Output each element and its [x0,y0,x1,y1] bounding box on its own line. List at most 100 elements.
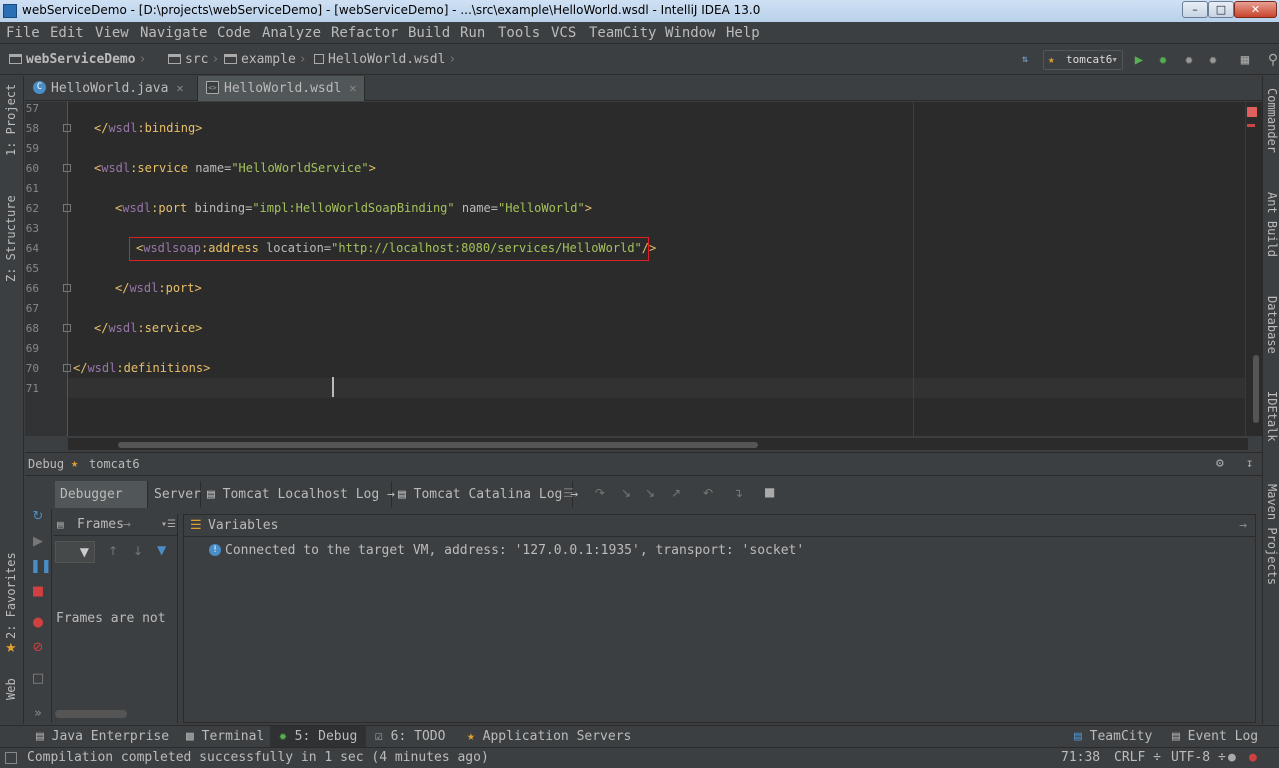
evaluate-expression-icon[interactable]: ■ [764,485,775,499]
profile-icon[interactable]: ✹ [1205,52,1221,68]
minimize-button[interactable]: – [1182,1,1208,18]
fold-marker[interactable] [63,364,71,372]
restore-layout-icon[interactable]: □ [30,671,46,687]
vertical-scroll-thumb[interactable] [1253,355,1259,423]
tool-project[interactable]: 1: Project [4,84,18,156]
tool-database[interactable]: Database [1265,296,1279,354]
menu-code[interactable]: Code [217,25,251,41]
tool-commander[interactable]: Commander [1265,88,1279,153]
resume-program-icon[interactable]: ↻ [30,509,46,525]
maximize-button[interactable]: □ [1208,1,1234,18]
tool-favorites[interactable]: 2: Favorites [4,552,18,639]
tool-terminal[interactable]: ▩ Terminal [186,726,264,748]
mute-breakpoints-icon[interactable]: ⊘ [30,640,46,656]
pin-icon[interactable]: → [123,514,131,536]
run-to-cursor-icon[interactable]: ↴ [733,486,743,500]
tab-tomcat-localhost-log[interactable]: ▤ Tomcat Localhost Log → [202,481,395,508]
menu-analyze[interactable]: Analyze [262,25,321,41]
breadcrumb-project[interactable]: webServiceDemo › [9,52,149,67]
breadcrumb-file[interactable]: HelloWorld.wsdl › [314,52,459,67]
gear-icon[interactable]: ⚙ [1216,456,1224,471]
tab-tomcat-catalina-log[interactable]: ▤ Tomcat Catalina Log → [393,481,578,508]
menu-edit[interactable]: Edit [50,25,84,41]
tab-helloworld-java[interactable]: C HelloWorld.java ✕ [25,76,195,101]
view-breakpoints-icon[interactable]: ● [30,615,46,631]
menu-navigate[interactable]: Navigate [140,25,207,41]
frame-down-icon[interactable]: ↓ [133,544,143,558]
file-encoding[interactable]: UTF-8 ÷ [1171,750,1226,765]
close-tab-icon[interactable]: ✕ [349,81,356,95]
code-line-68: </wsdl:service> [94,321,203,335]
menu-vcs[interactable]: VCS [551,25,576,41]
tool-teamcity[interactable]: ▤ TeamCity [1074,726,1152,748]
tool-todo[interactable]: ☑ 6: TODO [375,726,445,748]
fold-marker[interactable] [63,164,71,172]
menu-build[interactable]: Build [408,25,450,41]
tab-helloworld-wsdl[interactable]: <> HelloWorld.wsdl ✕ [197,76,365,101]
run-icon[interactable]: ▶ [1131,52,1147,68]
tool-ant-build[interactable]: Ant Build [1265,192,1279,257]
menu-tools[interactable]: Tools [498,25,540,41]
tab-debugger[interactable]: Debugger [55,481,148,508]
breadcrumb-package[interactable]: example › [224,52,310,67]
status-message[interactable]: Compilation completed successfully in 1 … [27,750,489,765]
step-over-icon[interactable]: ↷ [595,486,605,500]
filter-icon[interactable]: ▼ [157,543,166,557]
step-icon[interactable]: ▶ [30,534,46,550]
fold-marker[interactable] [63,284,71,292]
fold-marker[interactable] [63,324,71,332]
menu-refactor[interactable]: Refactor [331,25,398,41]
tool-application-servers[interactable]: ★ Application Servers [467,726,631,748]
error-indicator-icon[interactable] [1247,107,1257,117]
pin-icon[interactable]: → [1239,515,1247,537]
editor-horizontal-scrollbar[interactable] [68,438,1248,450]
line-separator[interactable]: CRLF ÷ [1114,750,1161,765]
step-into-icon[interactable]: ↘ [621,486,631,500]
sort-icon[interactable]: ⇅ [1017,52,1033,68]
thread-selector[interactable]: ▼ [55,541,95,563]
stop-icon[interactable]: ■ [30,584,46,600]
menu-icon[interactable]: ▾☰ [161,514,176,536]
menu-file[interactable]: File [6,25,40,41]
menu-teamcity[interactable]: TeamCity [589,25,656,41]
hide-panel-icon[interactable]: ↧ [1246,456,1253,470]
breadcrumb-src[interactable]: src › [168,52,222,67]
coverage-icon[interactable]: ✹ [1181,52,1197,68]
menu-run[interactable]: Run [460,25,485,41]
todo-icon: ☑ [375,729,391,744]
horizontal-scroll-thumb[interactable] [118,442,758,448]
fold-marker[interactable] [63,204,71,212]
frame-up-icon[interactable]: ↑ [108,544,118,558]
tool-java-enterprise[interactable]: ▤ Java Enterprise [36,726,169,748]
fold-marker[interactable] [63,124,71,132]
tool-structure[interactable]: Z: Structure [4,195,18,282]
code-editor[interactable]: 57 58 59 60 61 62 63 64 65 66 67 68 69 7… [25,102,1262,450]
show-execution-point-icon[interactable]: ☰ [563,486,574,500]
close-button[interactable]: ✕ [1234,1,1277,18]
more-icon[interactable]: » [30,706,46,722]
caret-position[interactable]: 71:38 [1061,750,1100,765]
run-config-select[interactable]: ★ tomcat6 ▾ [1043,50,1123,70]
pause-icon[interactable]: ❚❚ [30,559,52,575]
menu-view[interactable]: View [95,25,129,41]
tool-windows-toggle-icon[interactable] [5,752,17,764]
hector-icon[interactable]: ● [1249,750,1257,765]
tool-event-log[interactable]: ▤ Event Log [1172,726,1258,748]
search-icon[interactable]: ⚲ [1265,52,1279,68]
tab-server[interactable]: Server [149,481,201,508]
tool-maven-projects[interactable]: Maven Projects [1265,484,1279,585]
force-step-into-icon[interactable]: ↘ [645,486,655,500]
tool-idetalk[interactable]: IDEtalk [1265,391,1279,442]
close-tab-icon[interactable]: ✕ [176,81,183,95]
lock-icon[interactable]: ● [1228,750,1236,765]
drop-frame-icon[interactable]: ↶ [703,486,713,500]
menu-window[interactable]: Window [665,25,716,41]
frames-scroll-thumb[interactable] [55,710,127,718]
error-stripe-mark[interactable] [1247,124,1255,127]
menu-help[interactable]: Help [726,25,760,41]
tool-debug[interactable]: ✹ 5: Debug [270,726,367,748]
step-out-icon[interactable]: ↗ [671,486,681,500]
tool-web[interactable]: Web [4,678,18,700]
debug-icon[interactable]: ✹ [1155,52,1171,68]
project-structure-icon[interactable]: ▦ [1237,52,1253,68]
